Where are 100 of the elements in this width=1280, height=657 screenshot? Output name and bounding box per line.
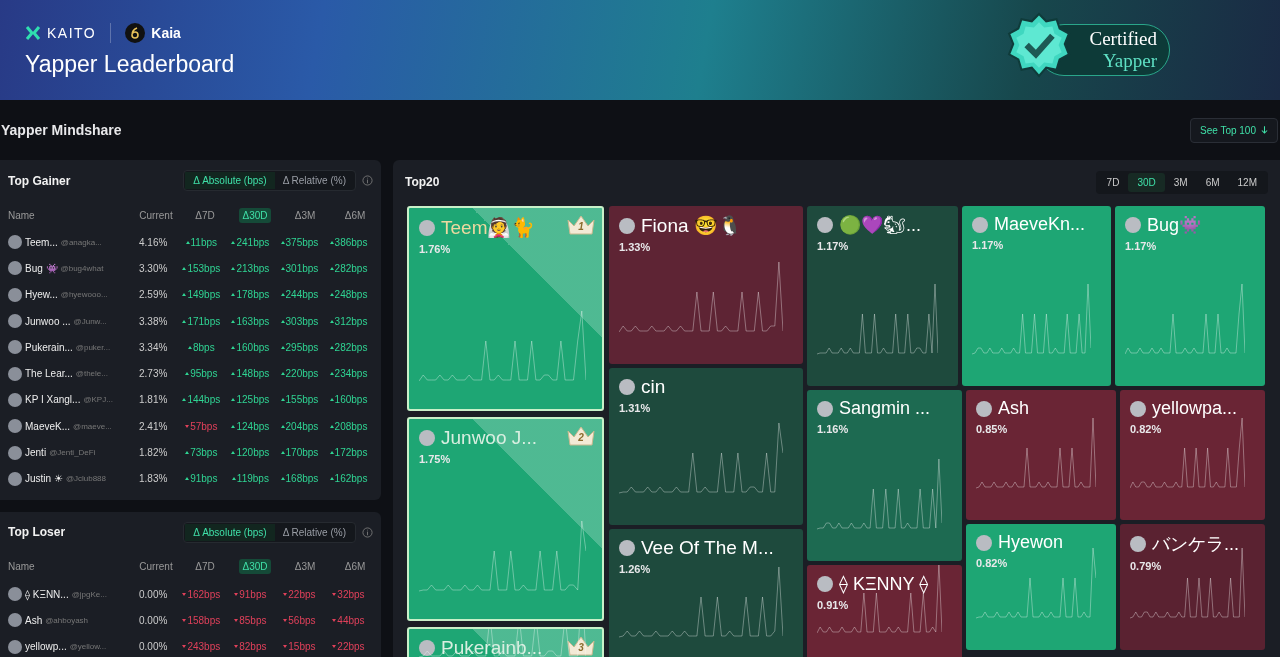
- info-icon[interactable]: [362, 175, 373, 186]
- current-share: 2.41%: [138, 420, 169, 432]
- avatar: [976, 400, 992, 417]
- user-handle: @Jenti_DeFi: [49, 448, 96, 457]
- change-value: 234bps: [323, 368, 373, 380]
- see-top-button[interactable]: See Top 100: [1190, 117, 1278, 143]
- treemap-tile[interactable]: cin 1.31%: [609, 368, 803, 525]
- avatar: [1130, 536, 1146, 552]
- tile-share: 0.91%: [817, 599, 850, 611]
- user-name[interactable]: KP I Xangl...: [25, 394, 81, 406]
- tile-share: 0.79%: [1130, 560, 1163, 572]
- user-name[interactable]: Hyew...: [25, 289, 58, 301]
- user-name[interactable]: Junwoo ...: [25, 315, 71, 327]
- tile-name: Ash: [998, 398, 1030, 419]
- avatar: [619, 217, 635, 234]
- treemap-tile[interactable]: ⟠ KΞNNY ⟠ 0.91%: [807, 565, 962, 657]
- change-value: 22bps: [274, 588, 324, 600]
- mode-tab[interactable]: Δ Absolute (bps): [185, 523, 275, 541]
- user-name[interactable]: Pukerain...: [25, 341, 73, 353]
- current-share: 2.73%: [138, 368, 169, 380]
- change-value: 22bps: [323, 641, 373, 653]
- user-name[interactable]: Teem...: [25, 236, 58, 248]
- tile-name: cin: [641, 376, 666, 398]
- mode-tab[interactable]: Δ Relative (%): [274, 523, 354, 541]
- tile-share: 1.17%: [817, 240, 850, 252]
- avatar: [419, 430, 435, 446]
- info-icon[interactable]: [362, 526, 373, 538]
- change-value: 208bps: [323, 420, 373, 432]
- column-header[interactable]: Δ7D: [195, 209, 215, 221]
- avatar: [419, 219, 435, 236]
- tile-name: Bug👾: [1147, 214, 1202, 236]
- column-header[interactable]: Current: [132, 561, 180, 573]
- change-value: 95bps: [176, 368, 226, 380]
- column-header[interactable]: Δ6M: [344, 561, 366, 573]
- change-value: 125bps: [225, 394, 275, 406]
- avatar: [8, 235, 22, 250]
- treemap-tile[interactable]: バンケラ... 0.79%: [1120, 524, 1265, 650]
- tile-name: Pukerainb...: [441, 637, 543, 657]
- user-handle: @anagka...: [60, 237, 102, 247]
- user-name[interactable]: Jenti: [25, 447, 47, 458]
- treemap-tile[interactable]: 🟢💜🐿... 1.17%: [807, 206, 958, 386]
- tile-share: 0.82%: [1130, 423, 1163, 435]
- treemap-tile[interactable]: Sangmin ... 1.16%: [807, 390, 962, 561]
- user-name[interactable]: Ash: [25, 614, 43, 626]
- treemap-tile[interactable]: Vee Of The M... 1.26%: [609, 529, 803, 657]
- user-handle: @Junw...: [73, 316, 107, 326]
- change-value: 248bps: [323, 289, 373, 301]
- kaia-logo-icon: [125, 22, 146, 43]
- tile-share: 1.16%: [817, 423, 850, 435]
- change-value: 172bps: [323, 447, 373, 458]
- user-name[interactable]: MaeveK...: [25, 420, 71, 432]
- tile-share: 1.33%: [619, 241, 652, 253]
- current-share: 0.00%: [138, 614, 169, 626]
- column-header[interactable]: Δ30D: [239, 559, 271, 575]
- change-value: 204bps: [274, 420, 324, 432]
- avatar: [619, 379, 635, 395]
- user-handle: @KPJ...: [83, 395, 113, 405]
- column-header[interactable]: Name: [8, 209, 132, 221]
- column-header[interactable]: Δ7D: [195, 561, 215, 573]
- user-handle: @puker...: [75, 342, 111, 352]
- treemap-tile[interactable]: Teem👰🐈 1.76% 1: [407, 206, 604, 411]
- user-name[interactable]: yellowp...: [25, 641, 67, 653]
- change-value: 220bps: [274, 368, 324, 380]
- change-value: 56bps: [274, 614, 324, 626]
- column-header[interactable]: Δ3M: [294, 209, 316, 221]
- avatar: [976, 534, 992, 551]
- change-value: 144bps: [176, 394, 226, 406]
- tile-share: 0.82%: [976, 557, 1009, 569]
- mode-tab[interactable]: Δ Absolute (bps): [185, 172, 275, 189]
- user-name[interactable]: ⟠ KΞNN...: [25, 588, 69, 600]
- user-name[interactable]: Bug 👾: [25, 262, 58, 274]
- change-value: 32bps: [323, 588, 373, 600]
- column-header[interactable]: Δ30D: [239, 207, 271, 223]
- column-header[interactable]: Current: [132, 209, 180, 221]
- period-tab[interactable]: 6M: [1196, 172, 1229, 192]
- avatar: [8, 314, 22, 329]
- avatar: [619, 540, 635, 556]
- rank-crown: 3: [566, 635, 596, 657]
- period-tab[interactable]: 7D: [1097, 172, 1129, 192]
- avatar: [8, 445, 22, 460]
- treemap-tile[interactable]: Pukerainb... 3: [407, 627, 604, 657]
- change-value: 168bps: [274, 473, 324, 485]
- user-name[interactable]: The Lear...: [25, 368, 73, 380]
- avatar: [8, 587, 22, 602]
- mode-tab[interactable]: Δ Relative (%): [274, 172, 354, 189]
- column-header[interactable]: Δ3M: [294, 561, 316, 573]
- treemap-tile[interactable]: Junwoo J... 1.75% 2: [407, 417, 604, 621]
- treemap-tile[interactable]: Ash 0.85%: [966, 390, 1116, 520]
- period-tab[interactable]: 3M: [1164, 172, 1197, 192]
- column-header[interactable]: Name: [8, 561, 132, 573]
- tile-name: MaeveKn...: [994, 214, 1086, 235]
- user-name[interactable]: Justin ☀: [25, 473, 63, 485]
- period-tab[interactable]: 30D: [1128, 172, 1165, 192]
- period-tab[interactable]: 12M: [1228, 172, 1266, 192]
- avatar: [8, 340, 22, 355]
- treemap-tile[interactable]: Fiona 🤓🐧 1.33%: [609, 206, 803, 364]
- rank-crown: 1: [566, 214, 596, 236]
- column-header[interactable]: Δ6M: [344, 209, 366, 221]
- treemap-tile[interactable]: yellowpa... 0.82%: [1120, 390, 1265, 520]
- current-share: 1.83%: [138, 473, 169, 485]
